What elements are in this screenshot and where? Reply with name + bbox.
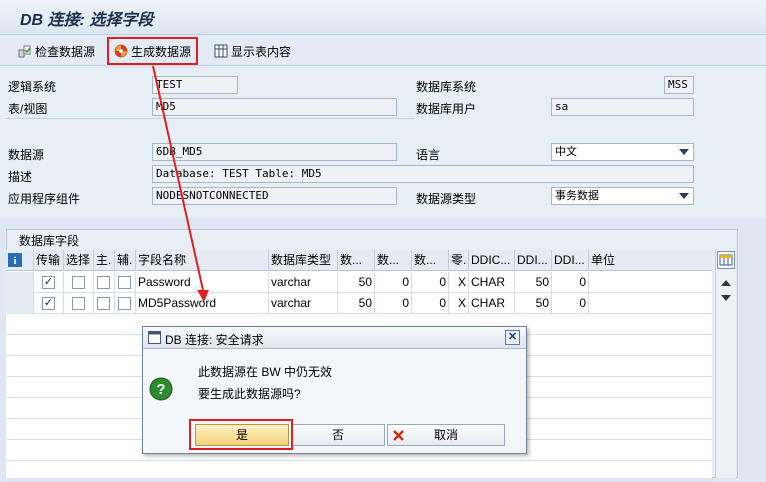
dialog-title: DB 连接: 安全请求: [165, 333, 264, 347]
cancel-x-icon: [392, 428, 405, 448]
question-icon: ?: [149, 377, 173, 404]
dialog-message-line1: 此数据源在 BW 中仍无效: [198, 365, 332, 379]
dialog-message-line2: 要生成此数据源吗?: [198, 387, 301, 401]
cancel-label: 取消: [433, 428, 458, 442]
close-icon[interactable]: ✕: [505, 330, 520, 345]
security-dialog: DB 连接: 安全请求 ✕ ? 此数据源在 BW 中仍无效 要生成此数据源吗? …: [142, 326, 527, 454]
no-button[interactable]: 否: [291, 424, 385, 446]
cancel-button[interactable]: 取消: [387, 424, 505, 446]
dialog-icon: [148, 331, 161, 347]
dialog-title-bar: DB 连接: 安全请求 ✕: [143, 327, 526, 349]
yes-highlight: [189, 419, 293, 450]
svg-text:?: ?: [156, 381, 165, 398]
